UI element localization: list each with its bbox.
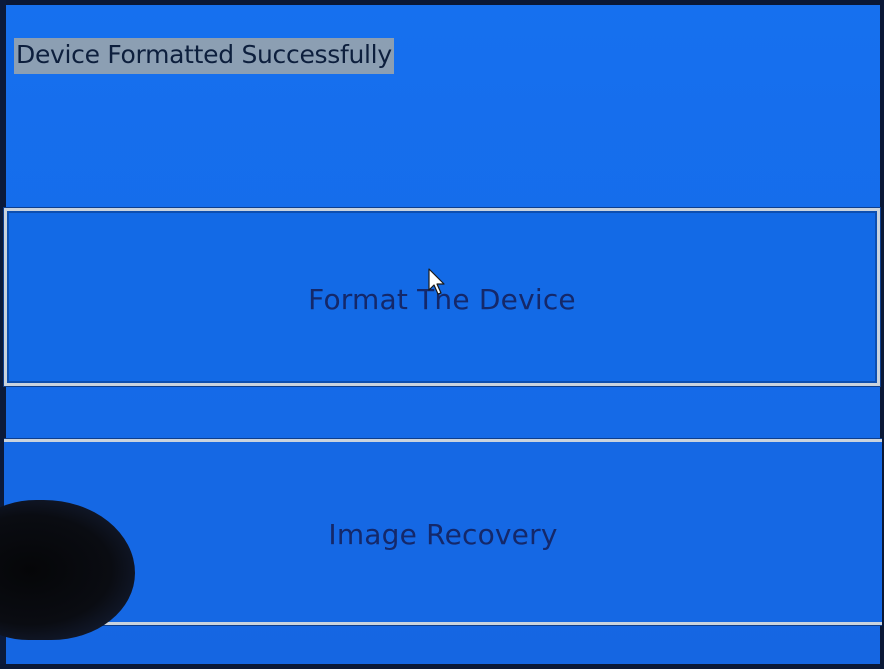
- screen: Device Formatted Successfully Format The…: [0, 0, 884, 669]
- image-recovery-button[interactable]: Image Recovery: [4, 439, 882, 625]
- mouse-pointer-icon: [428, 268, 445, 295]
- image-recovery-label: Image Recovery: [328, 517, 558, 551]
- bezel-bottom: [0, 664, 884, 669]
- bezel-top: [0, 0, 884, 5]
- format-device-button[interactable]: Format The Device: [4, 208, 880, 386]
- status-message: Device Formatted Successfully: [14, 38, 394, 74]
